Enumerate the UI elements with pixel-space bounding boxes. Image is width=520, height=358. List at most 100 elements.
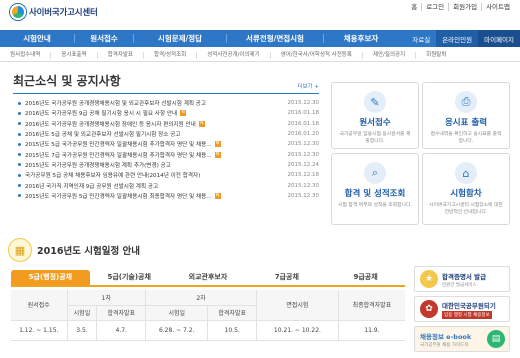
tab-7[interactable]: 7급공채	[247, 270, 326, 285]
col-first-exam: 시험일	[66, 305, 97, 321]
banner-sub: 민원안 발급서비스	[442, 282, 477, 288]
banner-sub: 임용 행정 시험 채용정보	[442, 310, 492, 319]
subnav-item[interactable]: 회원탈퇴	[416, 52, 456, 59]
notice-date: 2016.01.18	[287, 120, 320, 127]
site-logo[interactable]: 사이버국가고시센터	[10, 4, 98, 20]
notice-text: 2016년도 5급 공채 및 외교관후보자 선발시험 필기시험 장소 공고	[25, 132, 181, 139]
banner-civil-servant[interactable]: ✿ 대한민국공무원되기 임용 행정 시험 채용정보	[414, 296, 510, 322]
notice-item[interactable]: 국가공무원 5급 공채 채용후보자 임용유예 관련 안내(2014년 이전 합격…	[18, 170, 319, 180]
subnav-item[interactable]: 성적사전공개/이의제기	[197, 51, 271, 59]
nav-exam-info[interactable]: 시험안내	[0, 30, 74, 47]
quick-desc: 국가공무원 임용시험 응시원서를 제출합니다.	[339, 132, 411, 144]
quick-print[interactable]: ⎙ 응시표 출력 접수내역을 확인하고 응시표를 출력합니다.	[422, 82, 510, 149]
tab-diplomat[interactable]: 외교관후보자	[169, 270, 248, 285]
notice-date: 2015.12.30	[287, 151, 320, 158]
calendar-icon: ▦	[8, 238, 32, 262]
cell: 1.12. ~ 1.15.	[11, 320, 67, 341]
tab-5-tech[interactable]: 5급(기술)공채	[90, 270, 169, 285]
bullet-icon	[18, 163, 21, 167]
subnav-item[interactable]: 합격자발표	[98, 51, 144, 59]
quick-apply[interactable]: ✎ 원서접수 국가공무원 임용시험 응시원서를 제출합니다.	[331, 82, 419, 149]
col-final: 최종합격자발표	[337, 290, 405, 321]
quick-title: 원서접수	[359, 118, 391, 128]
banner-certificate[interactable]: ★ 합격증명서 발급 민원안 발급서비스	[414, 266, 510, 292]
notice-item[interactable]: 2016년도 국가공무원 공개경쟁채용시험 및 외교관후보자 선발시험 계획 공…	[18, 98, 319, 108]
quick-result[interactable]: ⌕ 합격 및 성적조회 시험 합격 여부와 성적을 조회합니다.	[331, 153, 419, 225]
quick-venue[interactable]: ⌂ 시험함차 사이버국가고시센터 시험장소에 대한 전반적인 안내입니다.	[422, 153, 510, 225]
main-nav: 시험안내 원서접수 시험문제/정답 서류전형/면접시험 채용후보자 자료실 온라…	[0, 30, 520, 47]
notice-section: 최근소식 및 공지사항 더보기 + 2016년도 국가공무원 공개경쟁채용시험 …	[13, 72, 319, 227]
notice-date: 2016.01.20	[287, 131, 320, 138]
notice-date: 2015.12.18	[287, 172, 320, 179]
new-badge-icon: N	[214, 192, 221, 199]
notice-text: 2015년도 국가공무원 5급 민간경력자 일괄채용시험 최종합격자 명단 및 …	[25, 193, 212, 200]
quick-desc: 접수내역을 확인하고 응시표를 출력합니다.	[430, 132, 502, 144]
site-title: 사이버국가고시센터	[29, 8, 98, 18]
utility-links: 홈 로그인 회원가입 사이트맵	[407, 3, 514, 11]
col-apply: 원서접수	[11, 290, 67, 321]
notice-item[interactable]: 2015년도 국가공무원 5급 민간경력자 일괄채용시험 최종합격자 명단 및 …	[18, 191, 319, 201]
new-badge-icon: N	[198, 120, 205, 127]
cell: 10.21. ~ 10.22.	[256, 320, 339, 341]
notice-date: 2016.01.18	[287, 110, 320, 117]
notice-item[interactable]: 2016년도 국가공무원 9급 공채 필기시험 응시 시 필요 사항 안내 N 20…	[18, 108, 319, 118]
home-link[interactable]: 홈	[407, 3, 421, 11]
tab-9[interactable]: 9급공채	[326, 270, 405, 285]
book-icon: ▤	[487, 330, 505, 348]
notice-item[interactable]: 2015년도 국가공무원 공개경쟁채용시험 계획 추가(변경) 공고 2015.1…	[18, 160, 319, 170]
notice-item[interactable]: 2016년도 5급 공채 및 외교관후보자 선발시험 필기시험 장소 공고 201…	[18, 129, 319, 139]
new-badge-icon: N	[214, 151, 221, 158]
emblem-icon: ✿	[420, 300, 438, 318]
subnav-item[interactable]: 합격/성적조회	[144, 51, 198, 59]
notice-text: 2016년도 국가공무원 공개경쟁채용시험 장애인 등 응시자 편의지원 안내	[25, 121, 196, 128]
nav-civil[interactable]: 온라인민원	[436, 30, 479, 47]
sitemap-link[interactable]: 사이트맵	[481, 3, 514, 11]
notice-text: 2016년도 국가공무원 공개경쟁채용시험 및 외교관후보자 선발시험 계획 공…	[25, 101, 207, 108]
notice-title: 최근소식 및 공지사항	[13, 74, 121, 88]
schedule-table: 원서접수 1차 2차 면접시험 최종합격자발표 시험일 합격자발표 시험일 합격…	[11, 290, 405, 341]
bullet-icon	[18, 142, 21, 146]
quick-title: 합격 및 성적조회	[344, 189, 406, 199]
schedule-header: ▦ 2016년도 시험일정 안내	[8, 238, 140, 262]
top-bar: 사이버국가고시센터 홈 로그인 회원가입 사이트맵	[0, 0, 520, 24]
col-second-exam: 시험일	[145, 305, 208, 321]
notice-text: 2015년도 5급 국가공무원 민간경력자 일괄채용시험 추가합격자 명단 및 …	[25, 142, 212, 149]
nav-interview[interactable]: 서류전형/면접시험	[227, 30, 323, 47]
notice-text: 국가공무원 5급 공채 채용후보자 임용유예 관련 안내(2014년 이전 합격…	[25, 173, 201, 180]
schedule-title: 2016년도 시험일정 안내	[37, 246, 140, 257]
more-link[interactable]: 더보기 +	[297, 82, 319, 90]
notice-item[interactable]: 2015년도 5급 국가공무원 민간경력자 일괄채용시험 추가합격자 명단 및 …	[18, 139, 319, 149]
login-link[interactable]: 로그인	[421, 3, 448, 11]
sub-nav: 원서접수내역 응시표출력 합격자발표 합격/성적조회 성적사전공개/이의제기 영…	[0, 49, 520, 62]
bullet-icon	[18, 122, 21, 126]
nav-questions[interactable]: 시험문제/정답	[134, 30, 226, 47]
new-badge-icon: N	[214, 141, 221, 148]
bullet-icon	[18, 184, 21, 188]
cell: 6.28. ~ 7.2.	[145, 320, 208, 341]
tab-5-admin[interactable]: 5급(행정)공채	[11, 270, 90, 285]
bullet-icon	[18, 132, 21, 136]
banner-ebook[interactable]: 채용정보 e-book 국가공무원 채용 가이드북 ▤	[414, 326, 510, 352]
nav-candidates[interactable]: 채용후보자	[324, 30, 398, 47]
nav-archive[interactable]: 자료실	[406, 30, 436, 47]
col-first: 1차	[66, 290, 146, 306]
notice-item[interactable]: 2016년 국가직 지역인재 9급 공무원 선발시험 계획 공고 2015.12.…	[18, 180, 319, 190]
notice-item[interactable]: 2016년도 국가공무원 공개경쟁채용시험 장애인 등 응시자 편의지원 안내 N…	[18, 119, 319, 129]
notice-text: 2016년 국가직 지역인재 9급 공무원 선발시험 계획 공고	[25, 183, 159, 190]
subnav-item[interactable]: 제안/질의공지	[363, 51, 417, 59]
subnav-item[interactable]: 영어/한국사/어학성적 사전등록	[271, 51, 363, 59]
cell: 11.9.	[337, 320, 405, 341]
subnav-item[interactable]: 원서접수내역	[0, 51, 52, 59]
subnav-item[interactable]: 응시표출력	[51, 51, 98, 59]
col-second-result: 합격자발표	[207, 305, 257, 321]
bullet-icon	[18, 173, 21, 177]
notice-date: 2015.12.24	[287, 161, 320, 168]
nav-mypage[interactable]: 마이페이지	[478, 30, 520, 47]
notice-item[interactable]: 2015년도 7급 국가공무원 민간경력자 일괄채용시험 추가합격자 명단 및 …	[18, 149, 319, 159]
certificate-icon: ★	[420, 270, 438, 288]
nav-application[interactable]: 원서접수	[75, 30, 133, 47]
banner-sub: 국가공무원 채용 가이드북	[420, 342, 469, 348]
notice-date: 2015.12.30	[287, 192, 320, 199]
quick-title: 응시표 출력	[444, 118, 488, 128]
signup-link[interactable]: 회원가입	[448, 3, 481, 11]
